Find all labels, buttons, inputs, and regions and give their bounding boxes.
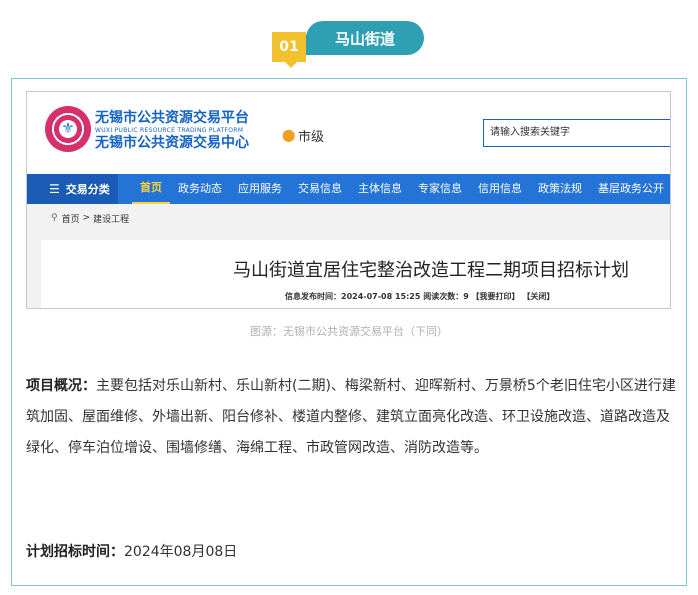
section-number-badge: 01 (272, 32, 306, 62)
site-header: ⚜ 无锡市公共资源交易平台 WUXI PUBLIC RESOURCE TRADI… (27, 92, 670, 174)
plan-date: 2024年08月08日 (124, 544, 238, 560)
nav-item-expert-info[interactable]: 专家信息 (410, 174, 470, 204)
image-caption: 图源：无锡市公共资源交易平台（下同） (250, 325, 448, 338)
section-title-badge: 马山街道 (306, 21, 424, 55)
breadcrumb: ⚲ 首页 > 建设工程 (51, 208, 129, 228)
nav-item-credit-info[interactable]: 信用信息 (470, 174, 530, 204)
section-number-tail (284, 61, 298, 68)
location-label: 市级 (298, 130, 325, 145)
nav-item-trading-info[interactable]: 交易信息 (290, 174, 350, 204)
nav-item-policies[interactable]: 政策法规 (530, 174, 590, 204)
location-selector[interactable]: ⬤ 市级 (282, 126, 325, 146)
project-overview: 项目概况：主要包括对乐山新村、乐山新村(二期)、梅梁新村、迎晖新村、万景桥5个老… (26, 371, 676, 464)
nav-item-entity-info[interactable]: 主体信息 (350, 174, 410, 204)
breadcrumb-home[interactable]: 首页 (62, 212, 80, 225)
nav-item-services[interactable]: 应用服务 (230, 174, 290, 204)
map-pin-icon: ⬤ (282, 128, 296, 142)
content-card: ⚜ 无锡市公共资源交易平台 WUXI PUBLIC RESOURCE TRADI… (11, 78, 687, 586)
breadcrumb-separator: > (82, 213, 91, 223)
search-input[interactable]: 请输入搜索关键字 (483, 119, 670, 147)
site-logo: ⚜ (45, 106, 91, 152)
nav-item-government-news[interactable]: 政务动态 (170, 174, 230, 204)
document-meta: 信息发布时间：2024-07-08 15:25 阅读次数：9 【我要打印】 【关… (285, 292, 555, 301)
nav-item-public-affairs[interactable]: 基层政务公开 (590, 174, 670, 204)
document-panel: 马山街道宜居住宅整治改造工程二期项目招标计划 信息发布时间：2024-07-08… (41, 240, 670, 308)
main-nav: ☰ 交易分类 首页 政务动态 应用服务 交易信息 主体信息 专家信息 信用信息 … (27, 174, 670, 204)
brand-center-name: 无锡市公共资源交易中心 (95, 135, 249, 151)
nav-item-home[interactable]: 首页 (132, 174, 170, 204)
overview-text: 主要包括对乐山新村、乐山新村(二期)、梅梁新村、迎晖新村、万景桥5个老旧住宅小区… (26, 378, 676, 456)
menu-icon: ☰ (49, 182, 60, 196)
nav-category-button[interactable]: ☰ 交易分类 (27, 174, 119, 204)
site-brand[interactable]: 无锡市公共资源交易平台 WUXI PUBLIC RESOURCE TRADING… (95, 110, 249, 152)
overview-label: 项目概况： (26, 378, 96, 394)
location-icon: ⚲ (51, 213, 58, 223)
nav-category-label: 交易分类 (65, 183, 110, 196)
planned-bid-time: 计划招标时间：2024年08月08日 (26, 541, 237, 561)
brand-english-name: WUXI PUBLIC RESOURCE TRADING PLATFORM (95, 127, 244, 134)
logo-emblem-icon: ⚜ (61, 119, 75, 137)
document-title: 马山街道宜居住宅整治改造工程二期项目招标计划 (233, 260, 629, 281)
breadcrumb-current[interactable]: 建设工程 (93, 212, 129, 225)
plan-label: 计划招标时间： (26, 544, 124, 560)
brand-platform-name: 无锡市公共资源交易平台 (95, 110, 249, 126)
website-screenshot: ⚜ 无锡市公共资源交易平台 WUXI PUBLIC RESOURCE TRADI… (26, 91, 671, 309)
